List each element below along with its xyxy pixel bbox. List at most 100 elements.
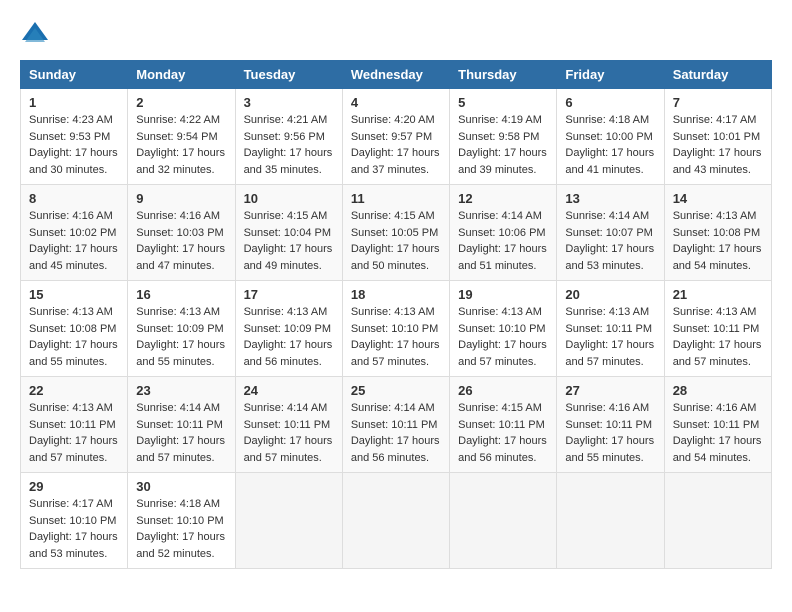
calendar-cell: 23 Sunrise: 4:14 AM Sunset: 10:11 PM Day… [128,377,235,473]
daylight-hours: 17 hours [182,147,225,159]
daylight-label: Daylight: [29,243,75,255]
daylight-hours: 17 hours [719,339,762,351]
column-header-tuesday: Tuesday [235,61,342,89]
daylight-minutes: and 56 minutes. [244,356,322,368]
calendar-cell: 6 Sunrise: 4:18 AM Sunset: 10:00 PM Dayl… [557,89,664,185]
sunset-label: Sunset: [244,131,284,143]
sunrise-time: 4:14 AM [502,210,542,222]
sunrise-time: 4:21 AM [287,114,327,126]
sunset-time: 9:54 PM [177,131,218,143]
day-info: Sunrise: 4:13 AM Sunset: 10:09 PM Daylig… [136,304,226,370]
day-number: 23 [136,383,226,398]
daylight-minutes: and 56 minutes. [351,452,429,464]
day-number: 22 [29,383,119,398]
daylight-hours: 17 hours [719,243,762,255]
daylight-hours: 17 hours [504,339,547,351]
sunset-time: 10:11 PM [69,419,115,431]
day-number: 20 [565,287,655,302]
day-number: 24 [244,383,334,398]
daylight-label: Daylight: [458,147,504,159]
day-number: 9 [136,191,226,206]
day-number: 1 [29,95,119,110]
day-number: 12 [458,191,548,206]
daylight-label: Daylight: [29,339,75,351]
sunset-label: Sunset: [244,419,284,431]
daylight-label: Daylight: [136,243,182,255]
sunset-label: Sunset: [673,419,713,431]
day-info: Sunrise: 4:16 AM Sunset: 10:11 PM Daylig… [565,400,655,466]
sunrise-label: Sunrise: [565,306,608,318]
day-info: Sunrise: 4:13 AM Sunset: 10:11 PM Daylig… [29,400,119,466]
day-number: 3 [244,95,334,110]
sunset-time: 9:58 PM [498,131,539,143]
daylight-hours: 17 hours [504,147,547,159]
calendar-cell: 14 Sunrise: 4:13 AM Sunset: 10:08 PM Day… [664,185,771,281]
daylight-minutes: and 53 minutes. [565,260,643,272]
daylight-hours: 17 hours [611,435,654,447]
sunset-time: 10:11 PM [713,323,759,335]
calendar-cell: 18 Sunrise: 4:13 AM Sunset: 10:10 PM Day… [342,281,449,377]
daylight-hours: 17 hours [289,435,332,447]
sunset-time: 9:57 PM [391,131,432,143]
daylight-minutes: and 35 minutes. [244,164,322,176]
sunset-label: Sunset: [136,419,176,431]
sunset-time: 10:01 PM [713,131,760,143]
daylight-label: Daylight: [29,531,75,543]
sunrise-label: Sunrise: [673,402,716,414]
day-info: Sunrise: 4:17 AM Sunset: 10:10 PM Daylig… [29,496,119,562]
calendar-week-4: 22 Sunrise: 4:13 AM Sunset: 10:11 PM Day… [21,377,772,473]
sunset-label: Sunset: [458,323,498,335]
sunrise-label: Sunrise: [565,210,608,222]
day-info: Sunrise: 4:17 AM Sunset: 10:01 PM Daylig… [673,112,763,178]
daylight-label: Daylight: [351,339,397,351]
sunset-time: 9:56 PM [284,131,325,143]
calendar-cell: 27 Sunrise: 4:16 AM Sunset: 10:11 PM Day… [557,377,664,473]
day-info: Sunrise: 4:13 AM Sunset: 10:08 PM Daylig… [673,208,763,274]
daylight-minutes: and 30 minutes. [29,164,107,176]
calendar-cell: 5 Sunrise: 4:19 AM Sunset: 9:58 PM Dayli… [450,89,557,185]
day-number: 18 [351,287,441,302]
daylight-hours: 17 hours [289,339,332,351]
sunrise-time: 4:13 AM [716,210,756,222]
sunrise-label: Sunrise: [136,402,179,414]
daylight-minutes: and 55 minutes. [136,356,214,368]
sunset-time: 10:10 PM [498,323,545,335]
sunset-time: 10:11 PM [177,419,223,431]
day-info: Sunrise: 4:15 AM Sunset: 10:05 PM Daylig… [351,208,441,274]
daylight-hours: 17 hours [397,435,440,447]
sunrise-time: 4:16 AM [716,402,756,414]
sunrise-time: 4:20 AM [394,114,434,126]
column-header-thursday: Thursday [450,61,557,89]
daylight-hours: 17 hours [75,531,118,543]
calendar-header-row: SundayMondayTuesdayWednesdayThursdayFrid… [21,61,772,89]
sunset-label: Sunset: [351,131,391,143]
daylight-hours: 17 hours [397,339,440,351]
column-header-friday: Friday [557,61,664,89]
day-number: 16 [136,287,226,302]
sunset-time: 10:06 PM [498,227,545,239]
daylight-hours: 17 hours [182,531,225,543]
sunset-label: Sunset: [29,323,69,335]
daylight-minutes: and 39 minutes. [458,164,536,176]
calendar-cell: 4 Sunrise: 4:20 AM Sunset: 9:57 PM Dayli… [342,89,449,185]
sunset-time: 10:11 PM [391,419,437,431]
day-number: 11 [351,191,441,206]
day-number: 17 [244,287,334,302]
sunrise-label: Sunrise: [136,498,179,510]
sunset-label: Sunset: [29,419,69,431]
calendar-cell: 7 Sunrise: 4:17 AM Sunset: 10:01 PM Dayl… [664,89,771,185]
calendar-week-1: 1 Sunrise: 4:23 AM Sunset: 9:53 PM Dayli… [21,89,772,185]
sunrise-time: 4:23 AM [72,114,112,126]
sunrise-label: Sunrise: [458,306,501,318]
day-number: 4 [351,95,441,110]
daylight-label: Daylight: [458,243,504,255]
sunset-label: Sunset: [29,227,69,239]
sunset-label: Sunset: [565,131,605,143]
sunset-label: Sunset: [351,323,391,335]
sunset-label: Sunset: [136,227,176,239]
calendar-cell: 22 Sunrise: 4:13 AM Sunset: 10:11 PM Day… [21,377,128,473]
daylight-label: Daylight: [244,147,290,159]
page-header [20,20,772,50]
daylight-label: Daylight: [244,339,290,351]
calendar-cell: 3 Sunrise: 4:21 AM Sunset: 9:56 PM Dayli… [235,89,342,185]
